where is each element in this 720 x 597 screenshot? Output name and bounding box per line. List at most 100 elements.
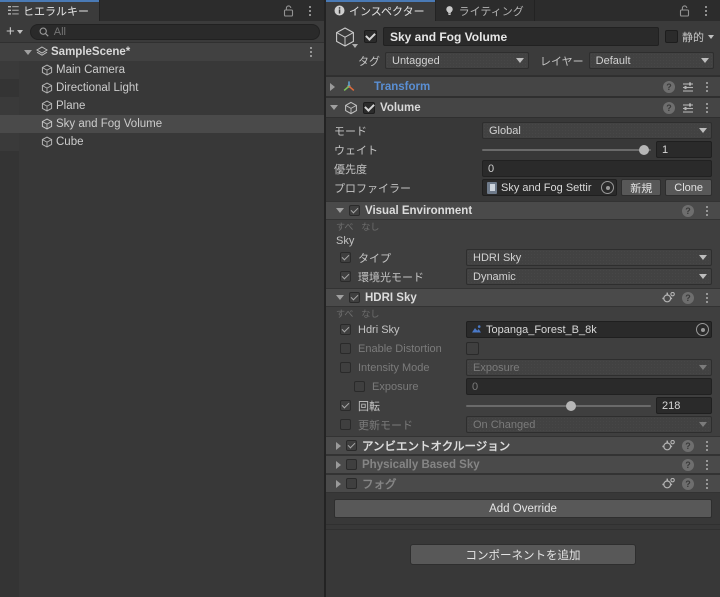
help-icon[interactable]: ?	[682, 204, 694, 217]
volume-mode-dropdown[interactable]: Global	[482, 122, 712, 139]
prop-override-checkbox[interactable]	[340, 271, 351, 282]
prop-value-checkbox[interactable]	[466, 342, 479, 355]
preset-icon[interactable]	[682, 81, 694, 93]
override-header-fog[interactable]: フォグ ?	[326, 474, 720, 493]
volume-weight-slider[interactable]	[482, 141, 651, 158]
volume-weight-input[interactable]: 1	[656, 141, 712, 158]
prop-dropdown-ambient-mode[interactable]: Dynamic	[466, 268, 712, 285]
component-kebab-menu-icon[interactable]	[701, 81, 713, 92]
override-kebab-menu-icon[interactable]	[701, 205, 713, 216]
expand-toggle-icon[interactable]	[330, 105, 338, 110]
scene-kebab-menu-icon[interactable]	[305, 47, 317, 57]
help-icon[interactable]: ?	[682, 439, 694, 452]
override-enabled-checkbox[interactable]	[346, 459, 357, 470]
object-picker-icon[interactable]	[601, 181, 615, 194]
volume-profile-objectfield[interactable]: Sky and Fog Settir	[482, 179, 618, 196]
search-input[interactable]: All	[29, 23, 320, 40]
add-override-button[interactable]: Add Override	[334, 499, 712, 518]
profile-new-button[interactable]: 新規	[621, 179, 662, 196]
slider-knob[interactable]	[566, 400, 577, 411]
override-enabled-checkbox[interactable]	[346, 478, 357, 489]
help-icon[interactable]: ?	[663, 101, 675, 114]
kebab-menu-icon[interactable]	[304, 5, 316, 16]
expand-toggle-icon[interactable]	[336, 441, 341, 450]
prop-dropdown-update-mode[interactable]: On Changed	[466, 416, 712, 433]
volume-priority-label: 優先度	[334, 163, 367, 176]
add-component-button[interactable]: コンポーネントを追加	[410, 544, 636, 565]
lock-icon[interactable]	[282, 4, 295, 17]
volume-enabled-checkbox[interactable]	[363, 101, 375, 114]
tab-inspector[interactable]: インスペクター	[326, 0, 436, 21]
volume-priority-input[interactable]: 0	[482, 160, 712, 177]
hierarchy-toolbar: + All	[0, 21, 324, 43]
override-kebab-menu-icon[interactable]	[701, 292, 713, 303]
tab-lighting[interactable]: ライティング	[435, 0, 535, 21]
prop-input-rotation[interactable]: 218	[656, 397, 712, 414]
animate-properties-icon[interactable]	[662, 439, 675, 452]
prop-dropdown-sky-type[interactable]: HDRI Sky	[466, 249, 712, 266]
add-gameobject-button[interactable]: +	[4, 24, 26, 40]
kebab-menu-icon[interactable]	[700, 5, 712, 16]
gameobject-icon[interactable]	[332, 25, 358, 49]
expand-toggle-icon[interactable]	[336, 208, 344, 213]
expand-toggle-icon[interactable]	[330, 82, 335, 91]
help-icon[interactable]: ?	[682, 291, 694, 304]
override-enabled-checkbox[interactable]	[349, 205, 360, 216]
expand-toggle-icon[interactable]	[336, 295, 344, 300]
component-header-volume[interactable]: Volume ?	[326, 97, 720, 118]
override-none-label[interactable]: なし	[361, 307, 379, 320]
override-none-label[interactable]: なし	[361, 220, 379, 233]
prop-override-checkbox[interactable]	[340, 324, 351, 335]
override-header-visual-environment[interactable]: Visual Environment ?	[326, 201, 720, 220]
expand-toggle-icon[interactable]	[336, 479, 341, 488]
prop-override-checkbox[interactable]	[340, 419, 351, 430]
prop-objectfield-hdri-sky[interactable]: Topanga_Forest_B_8k	[466, 321, 712, 338]
gameobject-enabled-checkbox[interactable]	[364, 30, 377, 43]
component-kebab-menu-icon[interactable]	[701, 102, 713, 113]
override-kebab-menu-icon[interactable]	[701, 478, 713, 489]
expand-toggle-icon[interactable]	[336, 460, 341, 469]
help-icon[interactable]: ?	[663, 80, 675, 93]
prop-slider-rotation[interactable]	[466, 397, 651, 414]
prop-override-checkbox[interactable]	[340, 252, 351, 263]
override-kebab-menu-icon[interactable]	[701, 459, 713, 470]
help-icon[interactable]: ?	[682, 477, 694, 490]
animate-properties-icon[interactable]	[662, 477, 675, 490]
slider-knob[interactable]	[639, 144, 650, 155]
object-picker-icon[interactable]	[696, 323, 709, 336]
override-all-label[interactable]: すべ	[336, 220, 353, 233]
override-header-ambient-occlusion[interactable]: アンビエントオクルージョン ?	[326, 436, 720, 455]
prop-override-checkbox[interactable]	[354, 381, 365, 392]
override-header-hdri-sky[interactable]: HDRI Sky ?	[326, 288, 720, 307]
static-checkbox[interactable]	[665, 30, 678, 43]
lock-icon[interactable]	[678, 4, 691, 17]
hierarchy-item-sky-and-fog-volume[interactable]: Sky and Fog Volume	[0, 115, 324, 133]
hierarchy-scene-row[interactable]: SampleScene*	[0, 43, 324, 61]
tab-hierarchy[interactable]: ヒエラルキー	[0, 0, 100, 21]
animate-properties-icon[interactable]	[662, 291, 675, 304]
override-header-physically-based-sky[interactable]: Physically Based Sky ?	[326, 455, 720, 474]
preset-icon[interactable]	[682, 102, 694, 114]
prop-override-checkbox[interactable]	[340, 362, 351, 373]
help-icon[interactable]: ?	[682, 458, 694, 471]
component-header-transform[interactable]: Transform ?	[326, 76, 720, 97]
profile-clone-button[interactable]: Clone	[665, 179, 712, 196]
override-enabled-checkbox[interactable]	[349, 292, 360, 303]
chevron-down-icon[interactable]	[352, 43, 358, 48]
override-all-label[interactable]: すべ	[336, 307, 353, 320]
prop-override-checkbox[interactable]	[340, 343, 351, 354]
override-kebab-menu-icon[interactable]	[701, 440, 713, 451]
hierarchy-item-main-camera[interactable]: Main Camera	[0, 61, 324, 79]
prop-dropdown-intensity-mode[interactable]: Exposure	[466, 359, 712, 376]
hierarchy-item-cube[interactable]: Cube	[0, 133, 324, 151]
tag-dropdown[interactable]: Untagged	[385, 52, 529, 69]
override-enabled-checkbox[interactable]	[346, 440, 357, 451]
gameobject-name-input[interactable]: Sky and Fog Volume	[383, 27, 659, 46]
layer-dropdown[interactable]: Default	[588, 52, 714, 69]
static-dropdown-chevron-down-icon[interactable]	[708, 34, 714, 39]
hierarchy-item-directional-light[interactable]: Directional Light	[0, 79, 324, 97]
prop-input-exposure[interactable]: 0	[466, 378, 712, 395]
hierarchy-item-plane[interactable]: Plane	[0, 97, 324, 115]
prop-override-checkbox[interactable]	[340, 400, 351, 411]
expand-toggle[interactable]	[22, 49, 34, 55]
